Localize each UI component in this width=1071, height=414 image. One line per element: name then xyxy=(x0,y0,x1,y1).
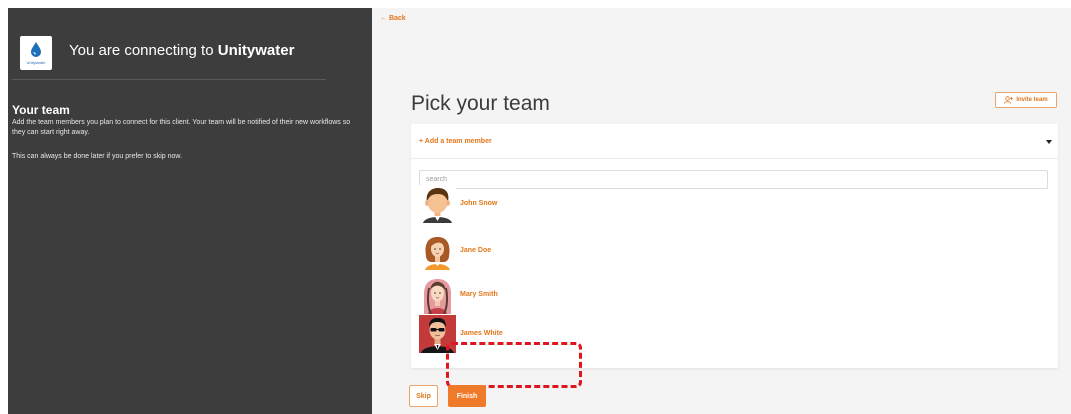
add-user-icon xyxy=(1004,96,1014,104)
avatar-man-icon xyxy=(419,185,456,223)
connecting-heading: You are connecting to Unitywater xyxy=(69,42,294,59)
avatar-woman-icon xyxy=(419,276,456,314)
avatar-woman-icon xyxy=(419,232,456,270)
section-note: This can always be done later if you pre… xyxy=(12,153,183,160)
add-team-member-button[interactable]: + Add a team member xyxy=(419,138,492,145)
member-name: James White xyxy=(460,330,503,337)
main-content: ← Back Pick your team Invite team + Add … xyxy=(372,8,1071,414)
connecting-prefix: You are connecting to xyxy=(69,42,214,59)
member-name: Mary Smith xyxy=(460,291,498,298)
back-link[interactable]: ← Back xyxy=(380,15,406,22)
water-drop-icon xyxy=(31,42,41,57)
section-description: Add the team members you plan to connect… xyxy=(12,119,351,136)
back-label: Back xyxy=(388,15,406,22)
skip-button[interactable]: Skip xyxy=(409,385,438,407)
team-member-item[interactable]: Jane Doe xyxy=(419,232,719,270)
arrow-left-icon: ← xyxy=(380,15,387,22)
add-member-label: Add a team member xyxy=(424,138,492,145)
invite-team-button[interactable]: Invite team xyxy=(995,92,1057,108)
team-member-item[interactable]: Mary Smith xyxy=(419,276,719,314)
section-title: Your team xyxy=(12,103,70,117)
team-picker-card: + Add a team member John Snow xyxy=(411,124,1058,388)
invite-label: Invite team xyxy=(1016,97,1048,103)
client-name: Unitywater xyxy=(217,42,295,59)
logo-text: Unitywater xyxy=(26,60,46,65)
unitywater-logo: Unitywater xyxy=(20,36,52,70)
plus-icon: + xyxy=(419,138,424,145)
page-title: Pick your team xyxy=(411,92,550,115)
divider xyxy=(12,79,326,80)
chevron-down-icon[interactable] xyxy=(1046,140,1052,144)
client-info-panel: Unitywater You are connecting to Unitywa… xyxy=(8,8,372,414)
member-name: John Snow xyxy=(460,200,498,207)
divider xyxy=(411,158,1058,159)
member-name: Jane Doe xyxy=(460,247,492,254)
finish-button[interactable]: Finish xyxy=(448,385,486,407)
team-member-item[interactable]: John Snow xyxy=(419,185,719,223)
selection-highlight xyxy=(446,342,582,388)
